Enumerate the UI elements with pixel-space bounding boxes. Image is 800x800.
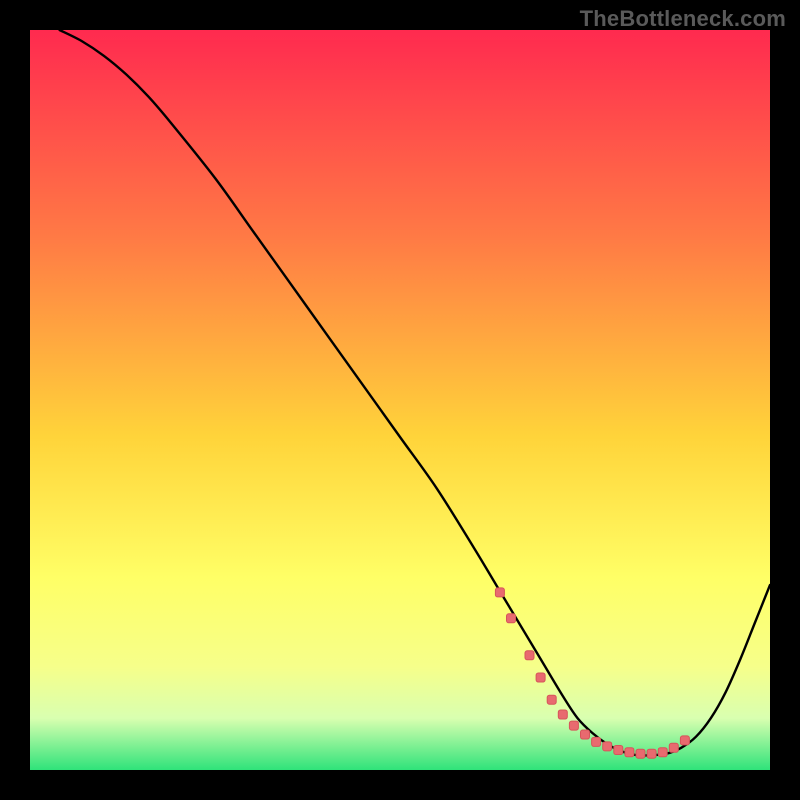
watermark-text: TheBottleneck.com <box>580 6 786 32</box>
marker-point <box>581 730 590 739</box>
marker-point <box>547 695 556 704</box>
plot-area <box>30 30 770 770</box>
marker-point <box>636 749 645 758</box>
plot-svg <box>30 30 770 770</box>
marker-point <box>495 588 504 597</box>
marker-point <box>669 743 678 752</box>
marker-point <box>680 736 689 745</box>
marker-point <box>658 748 667 757</box>
marker-point <box>536 673 545 682</box>
marker-point <box>647 749 656 758</box>
marker-point <box>614 746 623 755</box>
chart-container: TheBottleneck.com <box>0 0 800 800</box>
marker-point <box>592 737 601 746</box>
marker-point <box>507 614 516 623</box>
marker-point <box>569 721 578 730</box>
marker-point <box>625 748 634 757</box>
marker-point <box>525 651 534 660</box>
marker-point <box>558 710 567 719</box>
marker-point <box>603 742 612 751</box>
gradient-background <box>30 30 770 770</box>
